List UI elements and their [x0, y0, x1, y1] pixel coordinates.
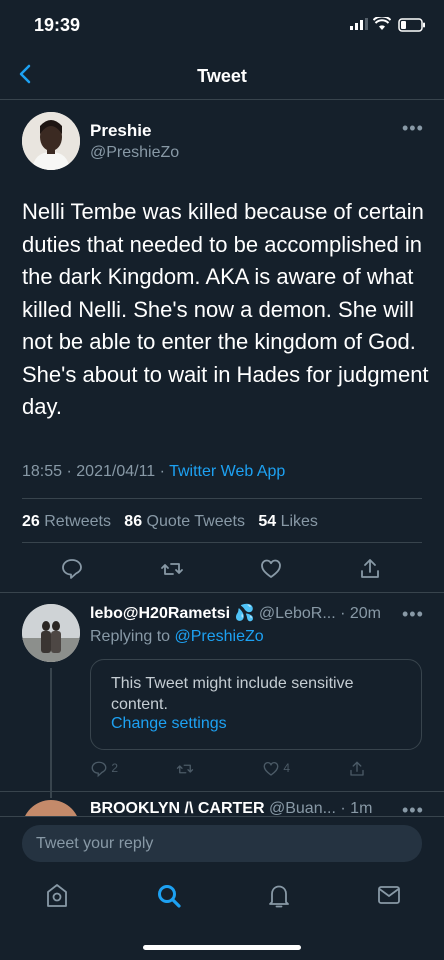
quotes-label: Quote Tweets — [146, 513, 245, 530]
separator — [0, 791, 444, 792]
home-indicator — [143, 945, 301, 950]
quotes-stat[interactable]: 86 Quote Tweets — [124, 513, 245, 530]
reply-avatar[interactable] — [22, 604, 80, 662]
like-count: 54 — [258, 513, 277, 530]
tweet-time: 18:55 — [22, 463, 63, 480]
thread-line — [50, 668, 52, 798]
change-settings-link[interactable]: Change settings — [111, 715, 227, 733]
separator — [0, 592, 444, 593]
replying-to: Replying to @PreshieZo — [90, 628, 264, 646]
tweet-meta: 18:55 · 2021/04/11 · Twitter Web App — [22, 463, 285, 481]
likes-label: Likes — [280, 513, 318, 530]
tweet-source[interactable]: Twitter Web App — [169, 463, 285, 480]
reply-author-name[interactable]: lebo@H20Rametsi — [90, 605, 230, 622]
wifi-icon — [373, 17, 391, 30]
retweet-icon[interactable] — [160, 557, 184, 581]
meta-separator: · — [66, 463, 72, 480]
author-name[interactable]: Preshie — [90, 121, 151, 141]
like-icon[interactable] — [259, 557, 283, 581]
tweet-stats: 26 Retweets 86 Quote Tweets 54 Likes — [22, 513, 318, 531]
sensitive-content-notice: This Tweet might include sensitive conte… — [90, 659, 422, 750]
share-icon[interactable] — [358, 557, 382, 581]
next-reply-author-handle[interactable]: @Buan... — [269, 800, 336, 817]
reply-like-button[interactable]: 4 — [262, 760, 290, 778]
composer-placeholder: Tweet your reply — [36, 835, 154, 852]
tweet-date: 2021/04/11 — [76, 463, 156, 480]
reply-composer[interactable]: Tweet your reply — [22, 825, 422, 862]
home-icon[interactable] — [45, 883, 69, 909]
more-icon[interactable]: ••• — [402, 118, 424, 139]
tweet-text: Nelli Tembe was killed because of certai… — [22, 199, 429, 419]
nav-bar: Tweet — [0, 50, 444, 100]
next-reply-author-name[interactable]: BROOKLYN /\ CARTER — [90, 800, 265, 817]
reply-icon[interactable] — [60, 557, 84, 581]
reply-like-count: 4 — [283, 761, 291, 776]
messages-icon[interactable] — [377, 883, 401, 907]
likes-stat[interactable]: 54 Likes — [258, 513, 318, 530]
retweets-label: Retweets — [44, 513, 111, 530]
divider — [22, 498, 422, 499]
replying-mention[interactable]: @PreshieZo — [175, 628, 264, 645]
replying-prefix: Replying to — [90, 628, 171, 645]
avatar-image — [22, 604, 80, 662]
meta-separator: · — [159, 463, 165, 480]
signal-icon — [350, 18, 368, 30]
quote-count: 86 — [124, 513, 143, 530]
battery-icon — [398, 18, 425, 32]
reply-time: · 20m — [340, 605, 382, 622]
retweets-stat[interactable]: 26 Retweets — [22, 513, 111, 530]
sensitive-text: This Tweet might include sensitive conte… — [111, 675, 354, 713]
notifications-icon[interactable] — [267, 883, 291, 909]
reply-reply-count: 2 — [111, 761, 119, 776]
author-avatar[interactable] — [22, 112, 80, 170]
like-icon — [263, 761, 279, 776]
next-reply-time: · 1m — [340, 800, 373, 817]
avatar-image — [22, 112, 80, 170]
retweet-icon[interactable] — [176, 760, 194, 778]
status-time: 19:39 — [34, 15, 81, 35]
reply-author-handle[interactable]: @LeboR... — [259, 605, 336, 622]
divider — [22, 542, 422, 543]
page-title: Tweet — [197, 66, 247, 86]
share-icon[interactable] — [348, 760, 366, 778]
reply-icon — [91, 761, 107, 778]
reply-header: lebo@H20Rametsi 💦 @LeboR... · 20m — [90, 603, 381, 623]
search-icon[interactable] — [156, 883, 182, 909]
author-handle[interactable]: @PreshieZo — [90, 144, 179, 162]
more-icon[interactable]: ••• — [402, 604, 424, 625]
sweat-droplets-icon: 💦 — [234, 605, 255, 622]
reply-reply-button[interactable]: 2 — [90, 760, 118, 778]
retweet-count: 26 — [22, 513, 40, 530]
status-bar: 19:39 — [0, 0, 444, 50]
